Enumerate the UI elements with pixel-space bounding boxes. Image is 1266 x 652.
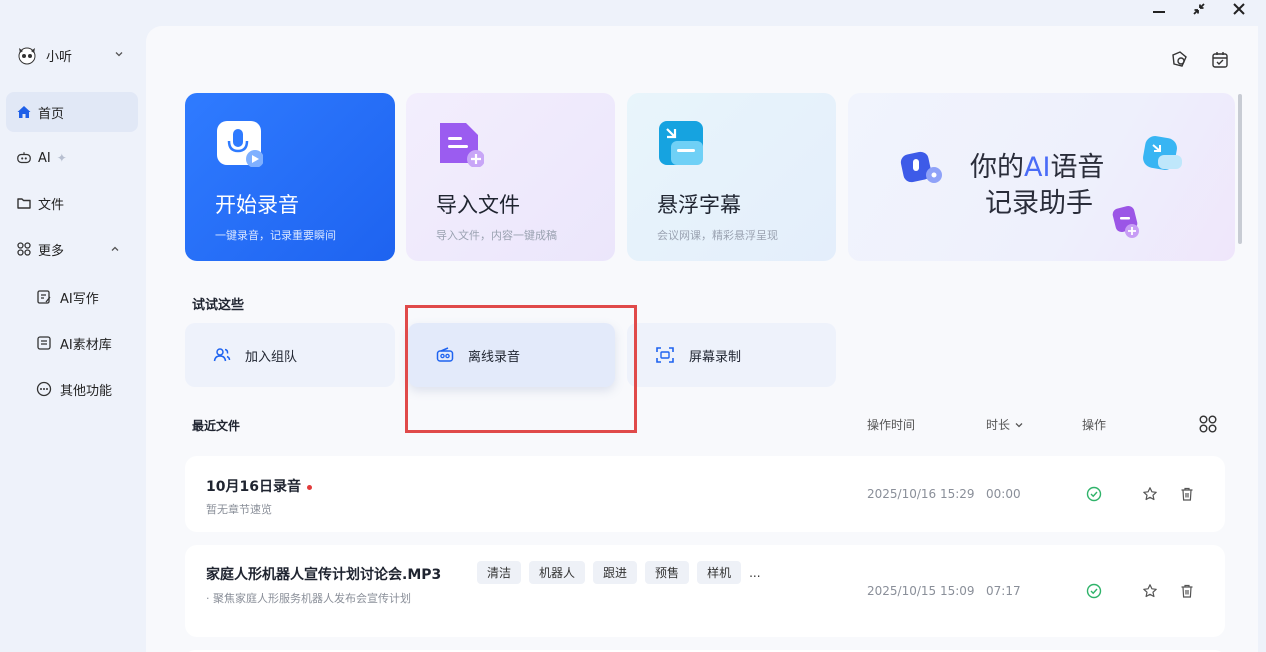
sidebar-item-more[interactable]: 更多 [6,229,138,269]
sidebar-item-other[interactable]: 其他功能 [36,373,112,405]
tags-more[interactable]: ... [749,566,760,580]
promo-banner[interactable]: 你的AI语音 记录助手 [848,93,1235,261]
main-panel: 开始录音 一键录音，记录重要瞬间 导入文件 导入文件，内容一键成稿 悬浮字幕 会… [146,26,1258,652]
grid-view-icon[interactable] [1198,414,1218,434]
check-circle-icon[interactable] [1086,486,1102,502]
tag[interactable]: 机器人 [529,561,586,584]
tag[interactable]: 清洁 [477,561,522,584]
sidebar-item-ai-writing[interactable]: AI写作 [36,281,99,313]
recent-files-title: 最近文件 [192,419,241,433]
tag[interactable]: 跟进 [593,561,638,584]
sparkle-icon: ✦ [56,151,67,165]
column-header-duration[interactable]: 时长 [986,416,1024,433]
start-recording-card[interactable]: 开始录音 一键录音，记录重要瞬间 [185,93,395,261]
close-icon[interactable] [1230,0,1248,18]
sidebar-item-label: 文件 [38,197,65,213]
grid-icon [16,241,32,257]
star-icon[interactable] [1142,583,1158,599]
chevron-down-icon [115,52,123,57]
file-time: 2025/10/15 15:09 [867,584,975,598]
file-time: 2025/10/16 15:29 [867,487,975,501]
radio-icon [436,347,454,362]
join-team-label: 加入组队 [245,349,298,365]
banner-line-1: 你的AI语音 [970,152,1105,183]
unread-dot [306,484,312,490]
minimize-icon[interactable] [1150,0,1168,18]
screen-recording-button[interactable]: 屏幕录制 [627,323,836,387]
file-name: 10月16日录音 [206,476,312,496]
user-name: 小听 [46,49,73,65]
team-icon [213,348,231,362]
offline-recording-label: 离线录音 [468,349,521,365]
table-row[interactable]: 家庭人形机器人宣传计划讨论会.MP3 清洁 机器人 跟进 预售 样机 ... ·… [185,545,1225,637]
shapes-icon[interactable] [1170,50,1190,70]
tag[interactable]: 预售 [645,561,690,584]
sidebar-item-files[interactable]: 文件 [6,183,138,223]
card-title: 导入文件 [436,193,520,217]
file-bubble-icon [1112,205,1139,238]
screen-record-icon [656,347,674,363]
sidebar-item-label: 首页 [38,106,65,122]
sidebar-item-label: 更多 [38,243,65,259]
file-summary: · 聚焦家庭人形服务机器人发布会宣传计划 [206,592,411,605]
user-menu[interactable]: 小听 [16,44,123,66]
mic-bubble-icon [900,151,942,183]
screen-recording-label: 屏幕录制 [689,349,742,365]
sidebar-item-ai-materials[interactable]: AI素材库 [36,327,112,359]
subtitle-icon [659,121,703,165]
more-horizontal-icon [36,381,52,397]
library-icon [37,336,51,350]
trash-icon[interactable] [1179,583,1195,599]
sidebar-item-ai[interactable]: AI ✦ [6,138,138,178]
floating-subtitle-card[interactable]: 悬浮字幕 会议网课，精彩悬浮呈现 [627,93,836,261]
calendar-check-icon[interactable] [1210,50,1230,70]
robot-icon [16,150,32,166]
check-circle-icon[interactable] [1086,583,1102,599]
file-name: 家庭人形机器人宣传计划讨论会.MP3 [206,567,442,583]
file-summary: 暂无章节速览 [206,503,272,516]
top-toolbar [1170,50,1230,70]
column-header-time[interactable]: 操作时间 [867,416,915,433]
file-duration: 00:00 [986,487,1021,501]
star-icon[interactable] [1142,486,1158,502]
edit-icon [37,290,51,304]
avatar [18,47,36,65]
restore-icon[interactable] [1190,0,1208,18]
table-row[interactable]: 10月16日录音 暂无章节速览 2025/10/16 15:29 00:00 [185,456,1225,532]
join-team-button[interactable]: 加入组队 [185,323,395,387]
folder-icon [16,195,32,211]
sidebar-item-label: AI [38,150,51,166]
banner-line-2: 记录助手 [985,188,1093,219]
chevron-up-icon [111,246,119,251]
card-title: 悬浮字幕 [657,193,741,217]
sidebar-item-label: AI素材库 [60,337,112,353]
offline-recording-button[interactable]: 离线录音 [408,323,615,387]
card-subtitle: 会议网课，精彩悬浮呈现 [657,229,778,242]
tag-list: 清洁 机器人 跟进 预售 样机 ... [477,561,761,584]
file-add-icon [440,123,485,168]
scrollbar[interactable] [1238,94,1242,244]
microphone-icon [217,121,264,168]
card-title: 开始录音 [215,193,299,217]
sidebar-item-label: AI写作 [60,291,99,307]
window-controls [1150,0,1248,18]
card-subtitle: 一键录音，记录重要瞬间 [215,229,336,242]
import-file-card[interactable]: 导入文件 导入文件，内容一键成稿 [406,93,615,261]
trash-icon[interactable] [1179,486,1195,502]
card-subtitle: 导入文件，内容一键成稿 [436,229,557,242]
try-section-title: 试试这些 [192,298,245,313]
subtitle-bubble-icon [1143,136,1182,170]
sidebar-item-label: 其他功能 [60,383,113,399]
sidebar-item-home[interactable]: 首页 [6,92,138,132]
home-icon [16,104,32,120]
column-header-action: 操作 [1082,418,1107,432]
chevron-down-icon [1015,422,1023,427]
file-duration: 07:17 [986,584,1021,598]
sidebar: 小听 首页 AI ✦ 文件 更多 AI写作 AI素材库 其他功能 [0,0,146,652]
tag[interactable]: 样机 [697,561,742,584]
